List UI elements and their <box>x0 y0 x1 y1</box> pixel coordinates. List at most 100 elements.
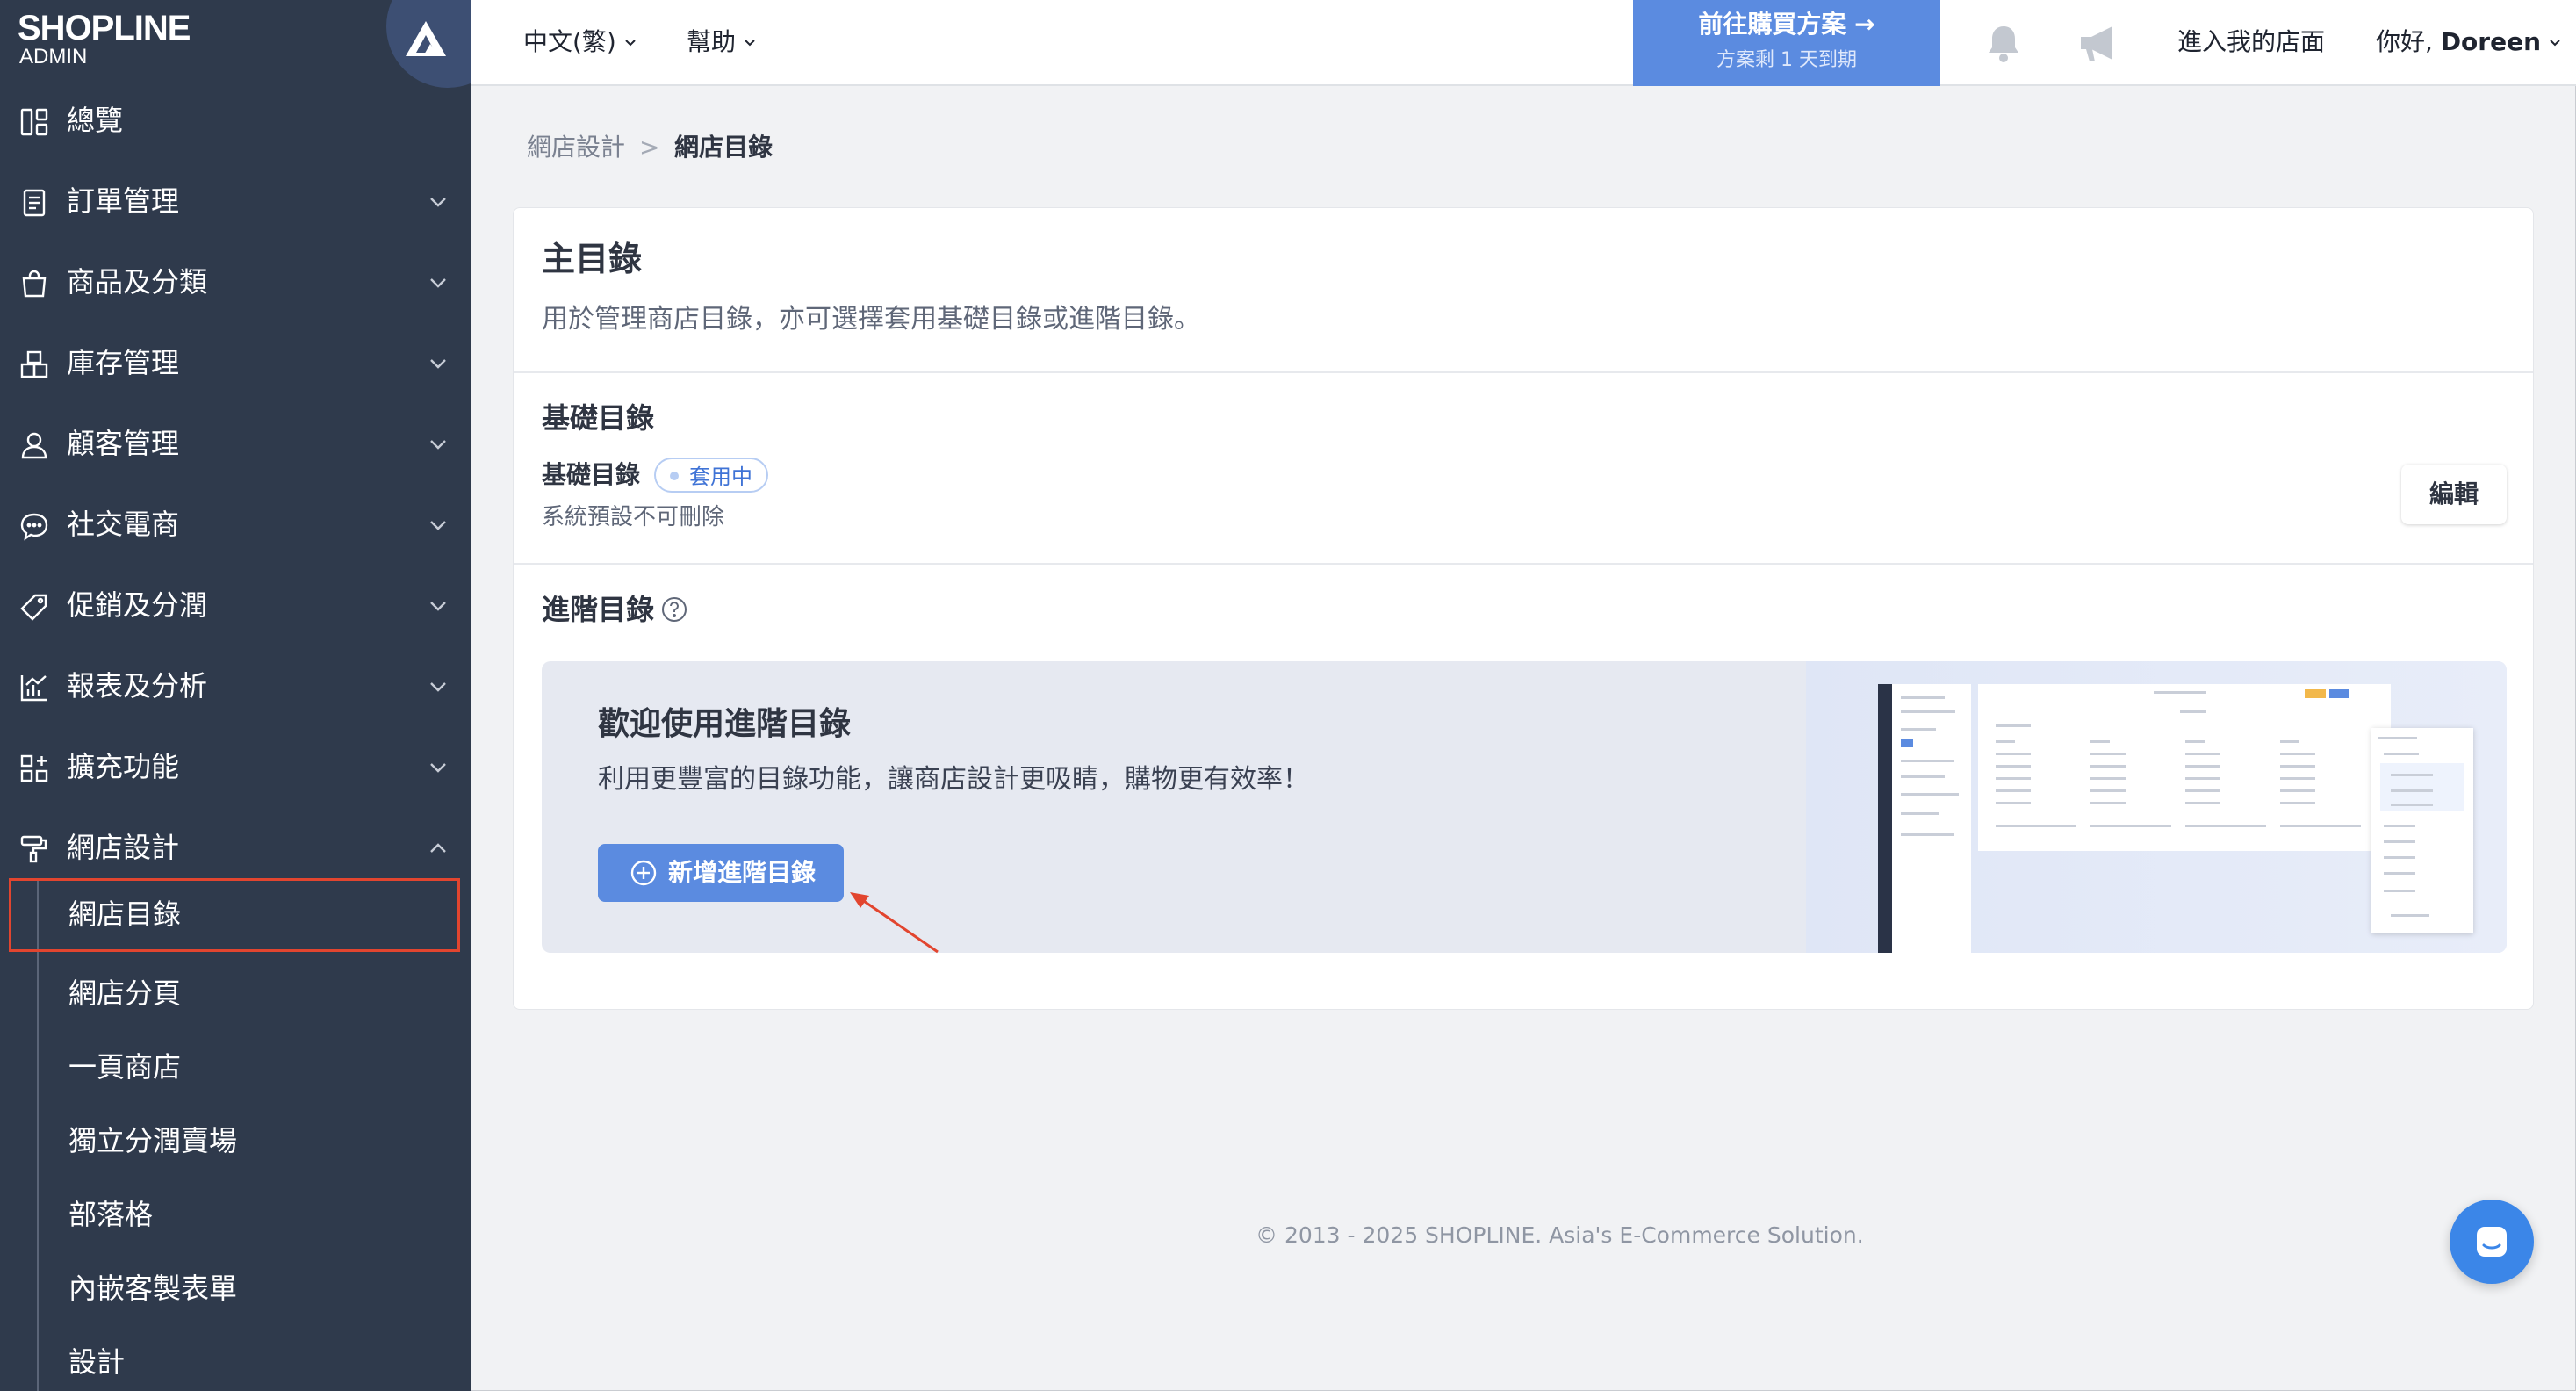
sidebar-item-store-design[interactable]: 網店設計 <box>0 808 471 889</box>
chevron-down-icon <box>745 40 755 47</box>
preview-canvas <box>1978 684 2391 851</box>
help-label: 幫助 <box>687 27 737 56</box>
breadcrumb-separator: > <box>639 133 660 162</box>
sidebar-subitem-label: 部落格 <box>68 1198 154 1231</box>
breadcrumb-current: 網店目錄 <box>674 133 774 162</box>
chevron-down-icon <box>430 682 446 692</box>
page-description: 用於管理商店目錄，亦可選擇套用基礎目錄或進階目錄。 <box>542 304 1200 335</box>
sidebar-item-customers[interactable]: 顧客管理 <box>0 404 471 485</box>
sidebar-item-label: 總覽 <box>67 104 124 137</box>
shopping-bag-icon <box>22 270 47 298</box>
sidebar-item-promotions[interactable]: 促銷及分潤 <box>0 566 471 646</box>
visit-store-link[interactable]: 進入我的店面 <box>2177 25 2325 60</box>
chevron-down-icon <box>625 40 636 47</box>
chevron-down-icon <box>430 198 446 207</box>
sidebar-subitem-blog[interactable]: 部落格 <box>9 1178 460 1252</box>
sidebar-subitem-label: 設計 <box>68 1345 126 1379</box>
preview-panel <box>1892 684 1971 953</box>
help-dropdown[interactable]: 幫助 <box>687 25 757 60</box>
brand-header[interactable]: SHOPLINE ADMIN <box>0 0 471 88</box>
sidebar-item-label: 網店設計 <box>67 831 180 864</box>
sidebar-item-analytics[interactable]: 報表及分析 <box>0 646 471 727</box>
tag-icon <box>20 594 47 621</box>
user-name: Doreen <box>2440 27 2542 56</box>
divider <box>514 371 2533 373</box>
add-advanced-menu-label: 新增進階目錄 <box>668 858 817 887</box>
sidebar-item-label: 訂單管理 <box>67 184 180 218</box>
sidebar-item-label: 擴充功能 <box>67 750 180 783</box>
shopline-logo-icon <box>406 21 446 56</box>
sidebar-subitem-affiliate-store[interactable]: 獨立分潤賣場 <box>9 1105 460 1178</box>
chat-icon <box>2477 1227 2507 1257</box>
add-advanced-menu-button[interactable]: 新增進階目錄 <box>598 844 844 902</box>
status-dot <box>670 472 679 480</box>
sidebar-item-label: 報表及分析 <box>67 669 208 703</box>
user-menu[interactable]: 你好, Doreen <box>2376 25 2562 60</box>
breadcrumb-parent[interactable]: 網店設計 <box>527 130 625 165</box>
buy-plan-button[interactable]: 前往購買方案 → 方案剩 1 天到期 <box>1633 0 1940 86</box>
chevron-up-icon <box>430 843 446 853</box>
sidebar-subitem-label: 內嵌客製表單 <box>68 1272 238 1305</box>
sidebar-subitem-one-page-store[interactable]: 一頁商店 <box>9 1031 460 1105</box>
edit-button[interactable]: 編輯 <box>2401 465 2507 524</box>
sidebar-subitem-label: 獨立分潤賣場 <box>68 1124 238 1157</box>
plus-circle-icon <box>630 860 657 886</box>
megaphone-icon[interactable] <box>2076 23 2125 65</box>
order-icon <box>23 189 46 217</box>
top-bar: 中文(繁) 幫助 前往購買方案 → 方案剩 1 天到期 進入我的店面 你好, D… <box>471 0 2576 86</box>
sidebar-item-products[interactable]: 商品及分類 <box>0 242 471 323</box>
status-badge-label: 套用中 <box>689 465 752 489</box>
language-label: 中文(繁) <box>523 27 616 56</box>
chevron-down-icon <box>430 278 446 288</box>
chat-bubble-icon <box>20 513 48 541</box>
bell-icon[interactable] <box>1981 21 2026 67</box>
sidebar-subitem-design[interactable]: 設計 <box>9 1326 460 1391</box>
sidebar: SHOPLINE ADMIN 總覽 訂單管理 商品及分類 庫存管理 顧客管理 社… <box>0 0 471 1391</box>
greeting-text: 你好, <box>2376 27 2433 56</box>
status-badge: 套用中 <box>654 458 768 493</box>
paint-roller-icon <box>20 835 47 863</box>
sidebar-subitem-store-pages[interactable]: 網店分頁 <box>9 957 460 1031</box>
advanced-menu-promo: 歡迎使用進階目錄 利用更豐富的目錄功能，讓商店設計更吸睛，購物更有效率！ 新增進… <box>542 661 2507 953</box>
chevron-down-icon <box>2550 40 2560 47</box>
sidebar-item-inventory[interactable]: 庫存管理 <box>0 323 471 404</box>
help-circle-icon[interactable] <box>661 596 687 623</box>
pointer-arrow-icon <box>850 892 939 954</box>
basic-menu-note: 系統預設不可刪除 <box>542 504 725 530</box>
sidebar-subitem-store-menu[interactable]: 網店目錄 <box>9 878 460 952</box>
basic-menu-heading: 基礎目錄 <box>542 401 655 435</box>
analytics-icon <box>20 675 47 702</box>
chevron-down-icon <box>430 359 446 369</box>
preview-sidebar <box>1878 684 1892 953</box>
divider <box>514 563 2533 565</box>
main-menu-card: 主目錄 用於管理商店目錄，亦可選擇套用基礎目錄或進階目錄。 基礎目錄 基礎目錄 … <box>513 207 2534 1010</box>
sidebar-subitem-custom-forms[interactable]: 內嵌客製表單 <box>9 1252 460 1326</box>
sidebar-item-apps[interactable]: 擴充功能 <box>0 727 471 808</box>
sidebar-item-overview[interactable]: 總覽 <box>0 81 471 162</box>
language-dropdown[interactable]: 中文(繁) <box>523 25 637 60</box>
brand-name: SHOPLINE <box>18 9 191 47</box>
page-title: 主目錄 <box>542 240 643 278</box>
chevron-down-icon <box>430 763 446 773</box>
promo-title: 歡迎使用進階目錄 <box>598 706 852 742</box>
sidebar-item-orders[interactable]: 訂單管理 <box>0 162 471 242</box>
plan-expiry-text: 方案剩 1 天到期 <box>1716 49 1857 71</box>
apps-icon <box>20 754 48 782</box>
advanced-menu-preview-image <box>1806 661 2507 953</box>
dashboard-icon <box>20 108 48 136</box>
sidebar-item-label: 社交電商 <box>67 508 180 541</box>
sidebar-item-label: 促銷及分潤 <box>67 588 208 622</box>
promo-description: 利用更豐富的目錄功能，讓商店設計更吸睛，購物更有效率！ <box>598 764 1309 795</box>
chat-launcher-button[interactable] <box>2450 1200 2534 1284</box>
basic-menu-name: 基礎目錄 <box>542 460 641 489</box>
sidebar-subitem-label: 一頁商店 <box>68 1050 182 1084</box>
sidebar-subitem-label: 網店目錄 <box>68 897 182 931</box>
sidebar-item-social-commerce[interactable]: 社交電商 <box>0 485 471 566</box>
sidebar-item-label: 商品及分類 <box>67 265 208 299</box>
sidebar-subitem-label: 網店分頁 <box>68 977 182 1010</box>
chevron-down-icon <box>430 602 446 611</box>
brand-subtitle: ADMIN <box>19 45 88 68</box>
inventory-icon <box>20 350 48 378</box>
customer-icon <box>21 432 47 459</box>
chevron-down-icon <box>430 521 446 530</box>
